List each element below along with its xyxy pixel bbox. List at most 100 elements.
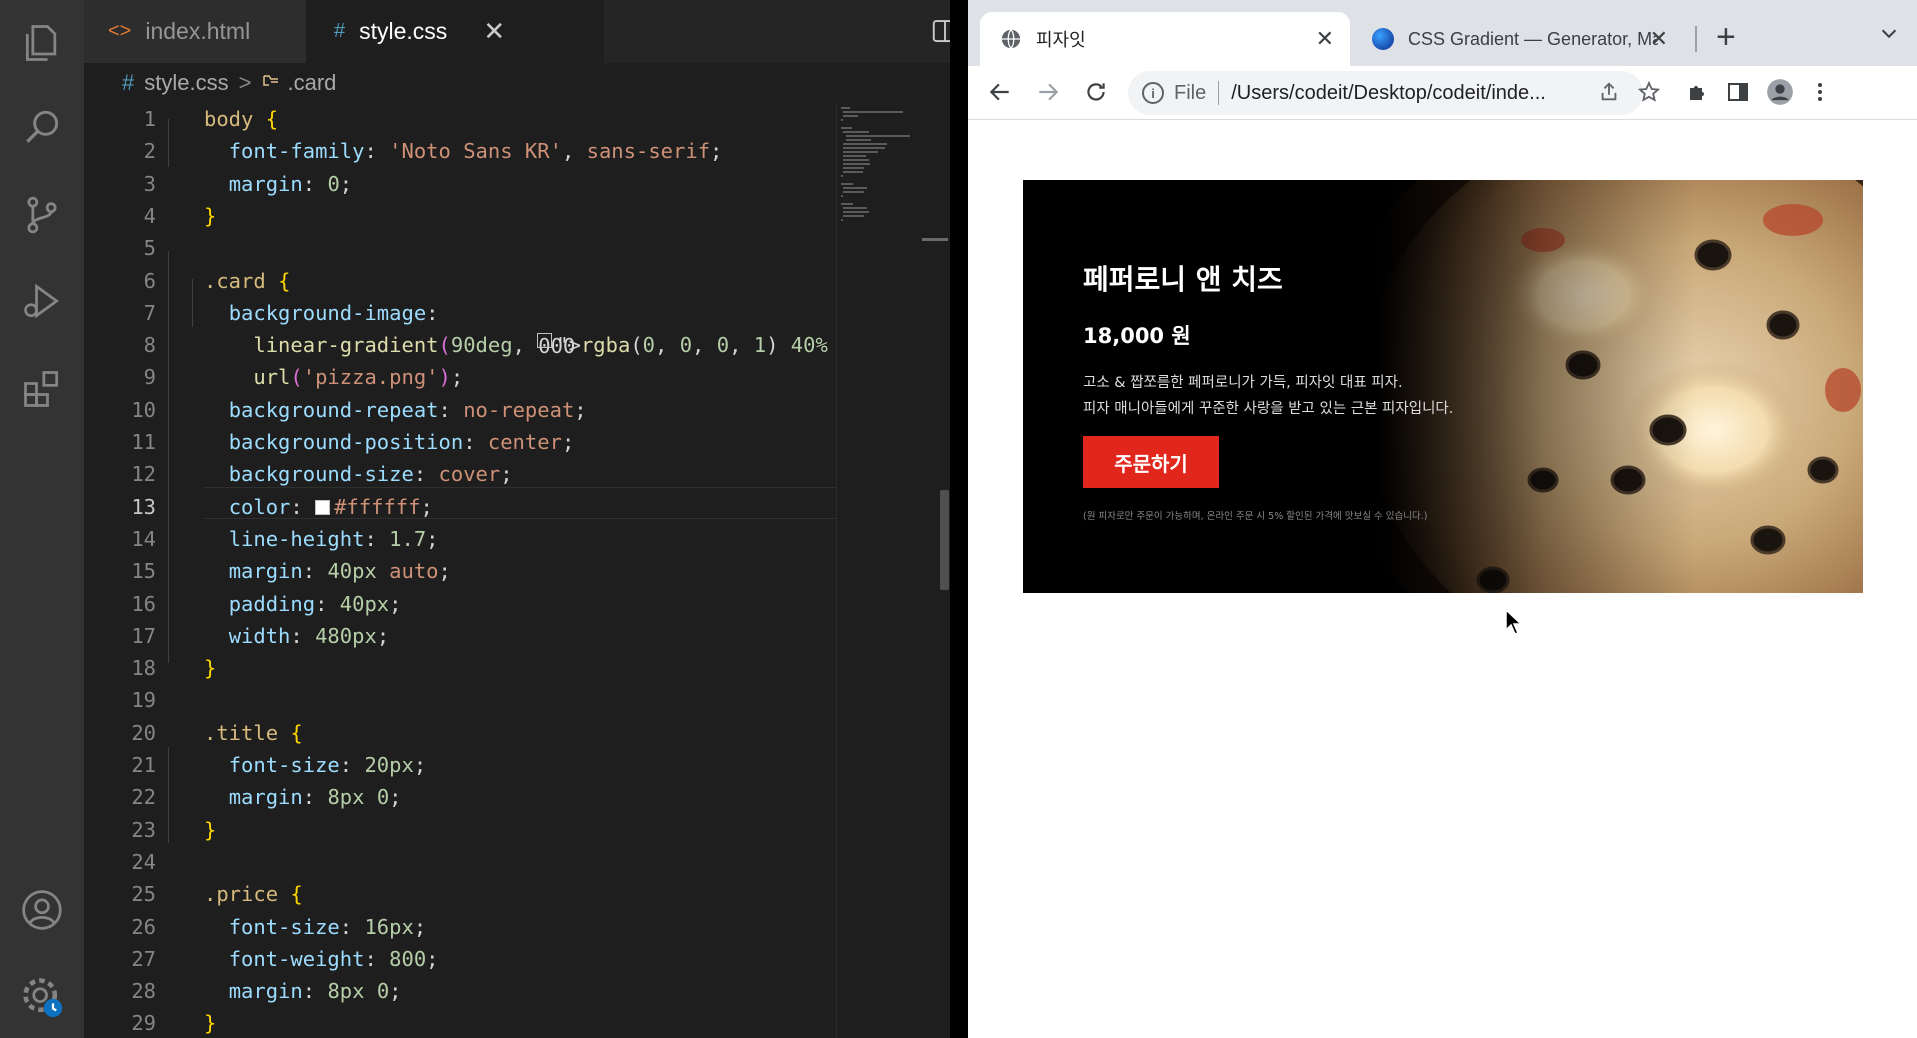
search-icon[interactable] xyxy=(17,102,67,152)
minimap-line xyxy=(843,215,865,217)
close-tab-icon[interactable]: ✕ xyxy=(1650,26,1668,52)
code-line[interactable]: 3 margin: 0; xyxy=(84,168,836,200)
extensions-puzzle-icon[interactable] xyxy=(1682,76,1714,108)
back-arrow-icon[interactable] xyxy=(984,76,1016,108)
code-line[interactable]: 20 .title { xyxy=(84,717,836,749)
code-line[interactable]: 24 xyxy=(84,846,836,878)
minimap-line xyxy=(843,115,859,117)
scroll-position-marker xyxy=(922,238,948,241)
code-line[interactable]: 16 padding: 40px; xyxy=(84,588,836,620)
breadcrumb-separator: > xyxy=(238,70,252,95)
code-line[interactable]: 26 font-size: 16px; xyxy=(84,911,836,943)
css-gradient-favicon-icon xyxy=(1372,28,1394,50)
editor-scrollbar[interactable] xyxy=(940,490,949,590)
code-line[interactable]: 14 line-height: 1.7; xyxy=(84,523,836,555)
extensions-icon[interactable] xyxy=(17,364,67,414)
code-text: .title { xyxy=(204,720,303,745)
code-line[interactable]: 19 xyxy=(84,684,836,716)
line-number: 26 xyxy=(131,914,156,939)
menu-kebab-icon[interactable] xyxy=(1804,76,1836,108)
code-line[interactable]: 7 background-image: xyxy=(84,297,836,329)
description-line: 피자 매니아들에게 꾸준한 사랑을 받고 있는 근본 피자입니다. xyxy=(1083,401,1454,417)
code-line[interactable]: 18} xyxy=(84,652,836,684)
line-number: 14 xyxy=(131,526,156,551)
code-text: line-height: 1.7; xyxy=(228,526,439,551)
code-line[interactable]: 2 font-family: 'Noto Sans KR', sans-seri… xyxy=(84,135,836,167)
url-scheme: File xyxy=(1174,81,1207,104)
browser-tab-pizzait[interactable]: 피자잇 ✕ xyxy=(980,12,1350,66)
code-line[interactable]: 9 url('pizza.png'); xyxy=(84,361,836,393)
line-number: 27 xyxy=(131,946,156,971)
tab-style-css[interactable]: # style.css ✕ xyxy=(306,0,604,63)
forward-arrow-icon[interactable] xyxy=(1032,76,1064,108)
minimap[interactable] xyxy=(836,103,924,1038)
code-line[interactable]: 13 color: #ffffff; xyxy=(84,491,836,523)
line-number: 25 xyxy=(131,882,156,907)
code-line[interactable]: 11 background-position: center; xyxy=(84,426,836,458)
explorer-icon[interactable] xyxy=(17,18,67,68)
code-line[interactable]: 12 background-size: cover; xyxy=(84,458,836,490)
tab-index-html[interactable]: <> index.html xyxy=(84,0,306,63)
code-text: linear-gradient(90deg, 000">rgba(0, 0, 0… xyxy=(253,333,828,359)
omnibox-separator xyxy=(1218,81,1220,105)
code-line[interactable]: 29} xyxy=(84,1007,836,1038)
code-text: width: 480px; xyxy=(228,623,390,648)
breadcrumb-symbol[interactable]: .card xyxy=(287,70,336,96)
line-number: 21 xyxy=(131,753,156,777)
code-text: background-image: xyxy=(228,300,439,325)
bookmark-star-icon[interactable] xyxy=(1633,76,1665,108)
code-line[interactable]: 1 body { xyxy=(84,103,836,135)
code-text: .price { xyxy=(204,882,303,907)
address-bar[interactable]: i File /Users/codeit/Desktop/codeit/inde… xyxy=(1128,71,1643,115)
code-line[interactable]: 10 background-repeat: no-repeat; xyxy=(84,394,836,426)
breadcrumb-file[interactable]: style.css xyxy=(144,70,228,96)
pizza-card: 페퍼로니 앤 치즈 18,000 원 고소 & 짭쪼름한 페퍼로니가 가득, 피… xyxy=(1023,180,1863,593)
order-button[interactable]: 주문하기 xyxy=(1083,436,1219,488)
code-text: } xyxy=(204,203,217,228)
code-line[interactable]: 28 margin: 8px 0; xyxy=(84,975,836,1007)
account-icon[interactable] xyxy=(17,885,67,935)
code-line[interactable]: 27 font-weight: 800; xyxy=(84,943,836,975)
source-control-icon[interactable] xyxy=(17,190,67,240)
minimap-line xyxy=(841,219,843,221)
mouse-cursor-icon xyxy=(1505,608,1523,635)
tab-separator xyxy=(1695,26,1697,52)
code-line[interactable]: 15 margin: 40px auto; xyxy=(84,555,836,587)
code-line[interactable]: 17 width: 480px; xyxy=(84,620,836,652)
browser-toolbar: i File /Users/codeit/Desktop/codeit/inde… xyxy=(968,66,1917,120)
reload-icon[interactable] xyxy=(1080,76,1112,108)
url-text[interactable]: /Users/codeit/Desktop/codeit/inde... xyxy=(1231,82,1611,105)
code-line[interactable]: 6 .card { xyxy=(84,265,836,297)
close-tab-icon[interactable]: ✕ xyxy=(1316,26,1334,52)
line-number: 13 xyxy=(131,494,156,519)
vscode-window: <> index.html # style.css ✕ ··· # style.… xyxy=(0,0,1003,1038)
line-number: 28 xyxy=(131,979,156,1004)
browser-tab-css-gradient[interactable]: CSS Gradient — Generator, Maker ✕ xyxy=(1350,12,1684,66)
tab-search-chevron-icon[interactable] xyxy=(1878,22,1900,49)
code-line[interactable]: 8 linear-gradient(90deg, 000">rgba(0, 0,… xyxy=(84,329,836,361)
description-line: 고소 & 짭쪼름한 페퍼로니가 가득, 피자잇 대표 피자. xyxy=(1083,375,1403,391)
info-icon[interactable]: i xyxy=(1142,82,1164,104)
code-line[interactable]: 25 .price { xyxy=(84,878,836,910)
line-number: 5 xyxy=(143,236,156,261)
code-line[interactable]: 23} xyxy=(84,814,836,846)
profile-avatar-icon[interactable] xyxy=(1764,76,1796,108)
css-rule-icon xyxy=(261,70,281,96)
code-text: } xyxy=(204,1011,217,1036)
code-editor[interactable]: 1 body {2 font-family: 'Noto Sans KR', sa… xyxy=(84,103,836,1038)
code-line[interactable]: 5 xyxy=(84,232,836,264)
code-line[interactable]: 22 margin: 8px 0; xyxy=(84,781,836,813)
line-number: 29 xyxy=(131,1011,156,1036)
new-tab-button[interactable]: + xyxy=(1716,18,1736,57)
run-debug-icon[interactable] xyxy=(17,276,67,326)
close-icon[interactable]: ✕ xyxy=(483,16,505,47)
minimap-line xyxy=(841,183,853,185)
editor-tab-bar: <> index.html # style.css ✕ ··· xyxy=(84,0,1003,63)
code-line[interactable]: 21 font-size: 20px; xyxy=(84,749,836,781)
code-line[interactable]: 4} xyxy=(84,200,836,232)
side-panel-icon[interactable] xyxy=(1722,76,1754,108)
manage-gear-icon[interactable] xyxy=(17,972,67,1022)
share-icon[interactable] xyxy=(1593,76,1625,108)
minimap-line xyxy=(843,167,865,169)
code-text: background-size: cover; xyxy=(228,462,513,487)
